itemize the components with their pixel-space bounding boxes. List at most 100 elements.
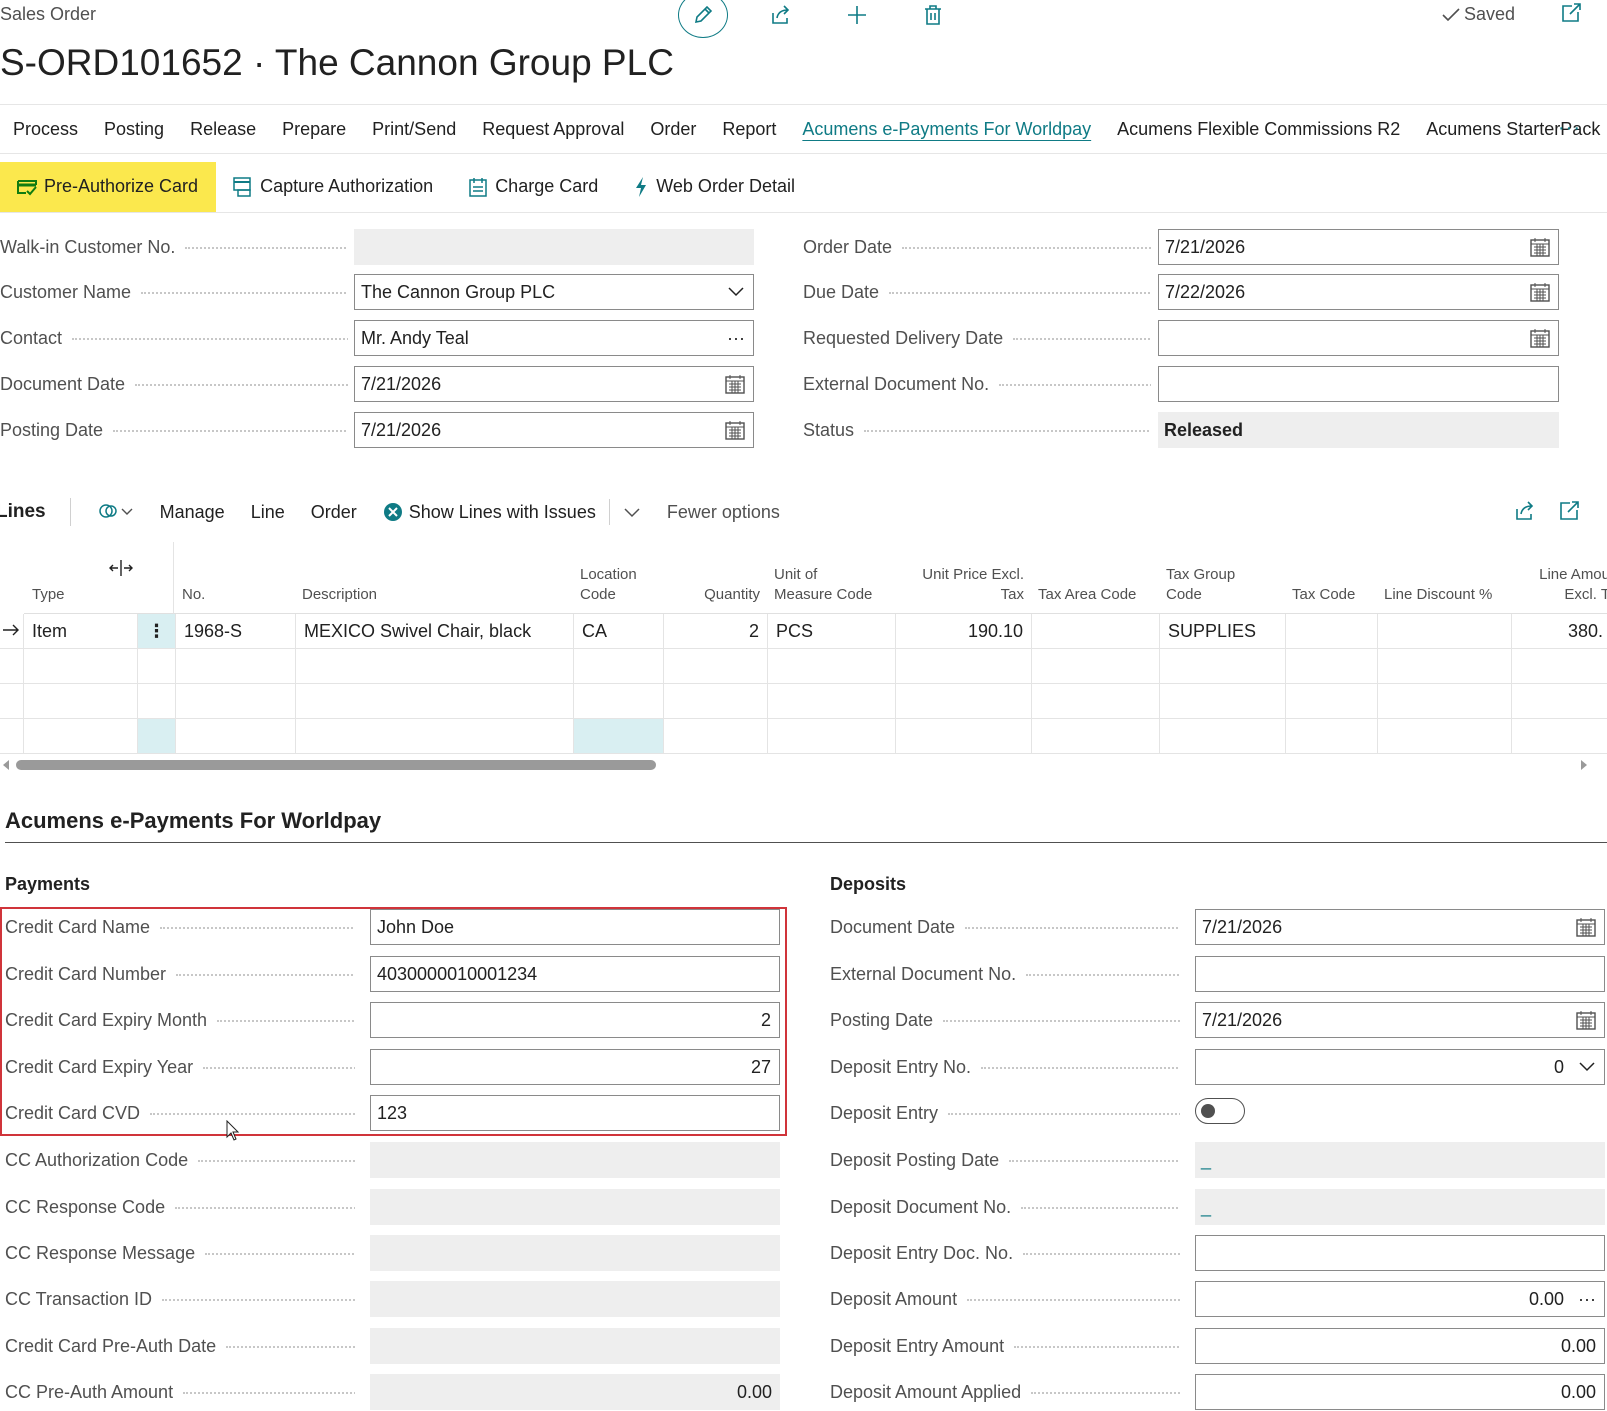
menu-order[interactable]: Order [637, 119, 709, 140]
document-date-field[interactable]: 7/21/2026 [354, 366, 754, 402]
lines-chevron-button[interactable] [608, 499, 654, 525]
empty-cell[interactable] [1032, 684, 1160, 719]
menu-print-send[interactable]: Print/Send [359, 119, 469, 140]
empty-cell[interactable] [664, 649, 768, 684]
menu-process[interactable]: Process [0, 119, 91, 140]
order-date-field[interactable]: 7/21/2026 [1158, 229, 1559, 265]
col-header-location-code[interactable]: Location Code [572, 542, 662, 614]
empty-cell[interactable] [1286, 719, 1378, 754]
calendar-icon[interactable] [1576, 1010, 1596, 1030]
deposit-entry-no-field[interactable]: 0 [1195, 1049, 1605, 1085]
empty-cell[interactable] [24, 719, 138, 754]
empty-cell[interactable] [1512, 649, 1607, 684]
deposit-entry-doc-no-field[interactable] [1195, 1235, 1605, 1271]
calendar-icon[interactable] [1530, 282, 1550, 302]
lines-line-button[interactable]: Line [238, 502, 298, 523]
empty-cell[interactable] [1378, 649, 1512, 684]
new-button[interactable] [832, 0, 882, 30]
due-date-field[interactable]: 7/22/2026 [1158, 274, 1559, 310]
pre-authorize-card-button[interactable]: Pre-Authorize Card [0, 161, 217, 212]
cell-no[interactable]: 1968-S [176, 614, 296, 649]
deposit-document-date-field[interactable]: 7/21/2026 [1195, 909, 1605, 945]
requested-delivery-date-field[interactable] [1158, 320, 1559, 356]
cell-line-discount[interactable] [1378, 614, 1512, 649]
col-header-line-discount[interactable]: Line Discount % [1376, 542, 1510, 614]
calendar-icon[interactable] [1530, 328, 1550, 348]
col-resize-handle[interactable] [109, 542, 174, 614]
calendar-icon[interactable] [725, 374, 745, 394]
more-menu-button[interactable]: ··· [1558, 117, 1581, 140]
empty-cell[interactable] [138, 649, 176, 684]
col-header-no[interactable]: No. [174, 542, 294, 614]
deposit-entry-amount-field[interactable]: 0.00 [1195, 1328, 1605, 1364]
deposit-posting-date-field[interactable]: _ [1195, 1142, 1605, 1178]
cell-uom[interactable]: PCS [768, 614, 896, 649]
empty-cell[interactable] [24, 649, 138, 684]
empty-cell[interactable] [1378, 719, 1512, 754]
delete-button[interactable] [908, 0, 958, 30]
lines-order-button[interactable]: Order [298, 502, 370, 523]
empty-cell[interactable] [296, 719, 574, 754]
col-header-description[interactable]: Description [294, 542, 572, 614]
cell-tax-area-code[interactable] [1032, 614, 1160, 649]
empty-cell[interactable] [1512, 719, 1607, 754]
scroll-left-icon[interactable] [2, 760, 10, 770]
deposit-document-no-field[interactable]: _ [1195, 1189, 1605, 1225]
deposit-external-document-field[interactable] [1195, 956, 1605, 992]
calendar-icon[interactable] [1530, 237, 1550, 257]
horizontal-scrollbar[interactable] [0, 755, 1607, 771]
expand-icon[interactable] [1558, 500, 1580, 522]
empty-cell[interactable] [574, 649, 664, 684]
menu-posting[interactable]: Posting [91, 119, 177, 140]
epayments-section-title[interactable]: Acumens e-Payments For Worldpay [5, 808, 381, 834]
empty-cell[interactable] [574, 684, 664, 719]
customer-name-field[interactable]: The Cannon Group PLC [354, 274, 754, 310]
share-button[interactable] [756, 0, 806, 30]
lines-manage-button[interactable]: Manage [147, 502, 238, 523]
menu-acumens-epayments[interactable]: Acumens e-Payments For Worldpay [789, 119, 1104, 140]
empty-cell[interactable] [138, 719, 176, 754]
empty-cell[interactable] [768, 684, 896, 719]
charge-card-button[interactable]: Charge Card [451, 162, 616, 212]
ellipsis-icon[interactable]: ··· [727, 321, 745, 355]
empty-cell[interactable] [1378, 684, 1512, 719]
cell-description[interactable]: MEXICO Swivel Chair, black [296, 614, 574, 649]
deposit-posting-date-field-input[interactable]: 7/21/2026 [1195, 1002, 1605, 1038]
empty-cell[interactable] [768, 649, 896, 684]
empty-cell[interactable] [896, 649, 1032, 684]
edit-in-excel-button[interactable] [85, 502, 147, 522]
col-header-tax-area-code[interactable]: Tax Area Code [1030, 542, 1158, 614]
cell-tax-group-code[interactable]: SUPPLIES [1160, 614, 1286, 649]
empty-cell[interactable] [574, 719, 664, 754]
contact-field[interactable]: Mr. Andy Teal ··· [354, 320, 754, 356]
empty-cell[interactable] [664, 684, 768, 719]
empty-cell[interactable] [1160, 684, 1286, 719]
col-header-line-amount[interactable]: Line Amou Excl. T [1510, 542, 1607, 614]
empty-cell[interactable] [768, 719, 896, 754]
empty-cell[interactable] [24, 684, 138, 719]
chevron-down-icon[interactable] [727, 282, 745, 300]
menu-acumens-flexible-commissions[interactable]: Acumens Flexible Commissions R2 [1104, 119, 1413, 140]
empty-cell[interactable] [1160, 649, 1286, 684]
empty-cell[interactable] [1032, 649, 1160, 684]
col-header-type[interactable]: Type [24, 542, 136, 614]
scrollbar-thumb[interactable] [16, 760, 656, 770]
empty-cell[interactable] [664, 719, 768, 754]
empty-cell[interactable] [1286, 649, 1378, 684]
empty-cell[interactable] [1512, 684, 1607, 719]
capture-authorization-button[interactable]: Capture Authorization [216, 162, 451, 212]
empty-cell[interactable] [176, 684, 296, 719]
row-actions-button[interactable]: ⋮ [138, 614, 176, 649]
posting-date-field[interactable]: 7/21/2026 [354, 412, 754, 448]
cell-quantity[interactable]: 2 [664, 614, 768, 649]
col-header-tax-code[interactable]: Tax Code [1284, 542, 1376, 614]
menu-report[interactable]: Report [709, 119, 789, 140]
cell-location-code[interactable]: CA [574, 614, 664, 649]
empty-cell[interactable] [296, 649, 574, 684]
col-header-unit-price[interactable]: Unit Price Excl. Tax [894, 542, 1030, 614]
empty-cell[interactable] [896, 719, 1032, 754]
edit-button[interactable] [678, 0, 728, 38]
calendar-icon[interactable] [725, 420, 745, 440]
col-header-quantity[interactable]: Quantity [662, 542, 766, 614]
share-icon[interactable] [1514, 500, 1536, 522]
